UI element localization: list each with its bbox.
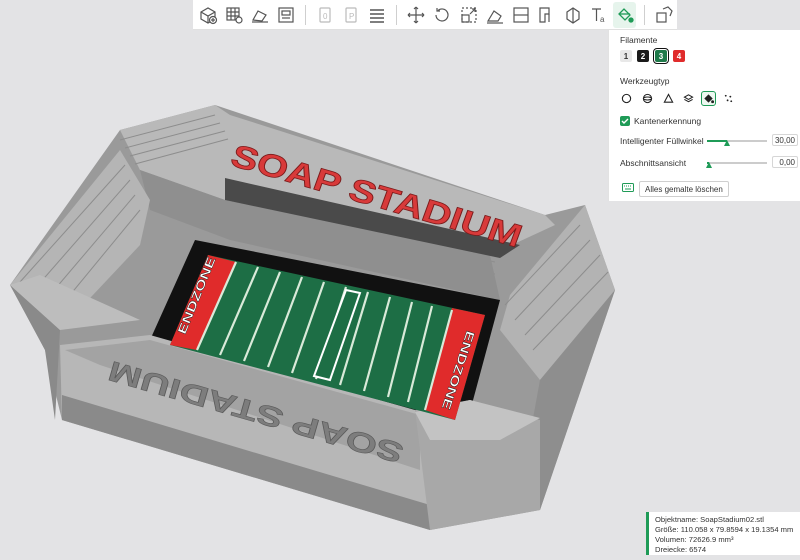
layers-tool-icon[interactable] (681, 91, 695, 105)
filaments-title: Filamente (620, 35, 658, 45)
support-paint-icon[interactable] (535, 2, 558, 28)
tool-type-title: Werkzeugtyp (620, 76, 670, 86)
object-list-icon[interactable]: 0 (314, 2, 337, 28)
section-view-slider[interactable] (707, 162, 767, 164)
smart-fill-slider-thumb[interactable] (724, 140, 730, 146)
add-object-icon[interactable] (197, 2, 220, 28)
keyboard-icon[interactable] (622, 183, 634, 194)
clear-all-painted-button[interactable]: Alles gemalte löschen (639, 181, 729, 197)
circle-icon[interactable] (619, 91, 633, 105)
orient-icon[interactable] (249, 2, 272, 28)
filament-1[interactable]: 1 (620, 50, 632, 62)
plate-layout-icon[interactable] (275, 2, 298, 28)
edge-detection-checkbox[interactable] (620, 116, 630, 126)
section-view-value[interactable]: 0,00 (772, 156, 798, 168)
color-paint-panel: Filamente 1 2 3 4 Werkzeugtyp Kantenerke… (608, 30, 800, 201)
grid-arrange-icon[interactable] (223, 2, 246, 28)
move-icon[interactable] (405, 2, 428, 28)
toolbar-separator (643, 4, 645, 25)
scale-icon[interactable] (457, 2, 480, 28)
parts-icon[interactable]: P (340, 2, 363, 28)
section-view-label: Abschnittsansicht (620, 158, 687, 168)
assembly-icon[interactable] (652, 2, 675, 28)
sphere-icon[interactable] (640, 91, 654, 105)
toolbar-separator (305, 4, 307, 25)
object-info-box: Objektname: SoapStadium02.stl Größe: 110… (646, 512, 800, 555)
toolbar-separator (396, 4, 398, 25)
layers-icon[interactable] (366, 2, 389, 28)
filament-3[interactable]: 3 (653, 48, 669, 64)
cut-icon[interactable] (509, 2, 532, 28)
filament-2[interactable]: 2 (637, 50, 649, 62)
smart-fill-label: Intelligenter Füllwinkel (620, 136, 704, 146)
fill-bucket-icon[interactable] (701, 91, 716, 106)
edge-detection-label: Kantenerkennung (634, 116, 702, 126)
object-triangles: Dreiecke: 6574 (655, 545, 707, 554)
svg-text:0: 0 (323, 12, 328, 21)
svg-text:P: P (349, 12, 354, 21)
svg-text:a: a (600, 15, 605, 24)
filament-4[interactable]: 4 (673, 50, 685, 62)
gap-fill-icon[interactable] (721, 91, 735, 105)
object-size: Größe: 110.058 x 79.8594 x 19.1354 mm (655, 525, 794, 534)
section-view-slider-thumb[interactable] (706, 162, 712, 168)
color-paint-icon[interactable] (613, 1, 637, 28)
text-emboss-icon[interactable]: a (587, 2, 610, 28)
rotate-icon[interactable] (431, 2, 454, 28)
object-name: Objektname: SoapStadium02.stl (655, 515, 764, 524)
seam-paint-icon[interactable] (561, 2, 584, 28)
place-on-face-icon[interactable] (483, 2, 506, 28)
top-toolbar: 0 P a (193, 0, 677, 30)
triangle-icon[interactable] (661, 91, 675, 105)
object-volume: Volumen: 72626.9 mm³ (655, 535, 734, 544)
smart-fill-value[interactable]: 30,00 (772, 134, 798, 146)
